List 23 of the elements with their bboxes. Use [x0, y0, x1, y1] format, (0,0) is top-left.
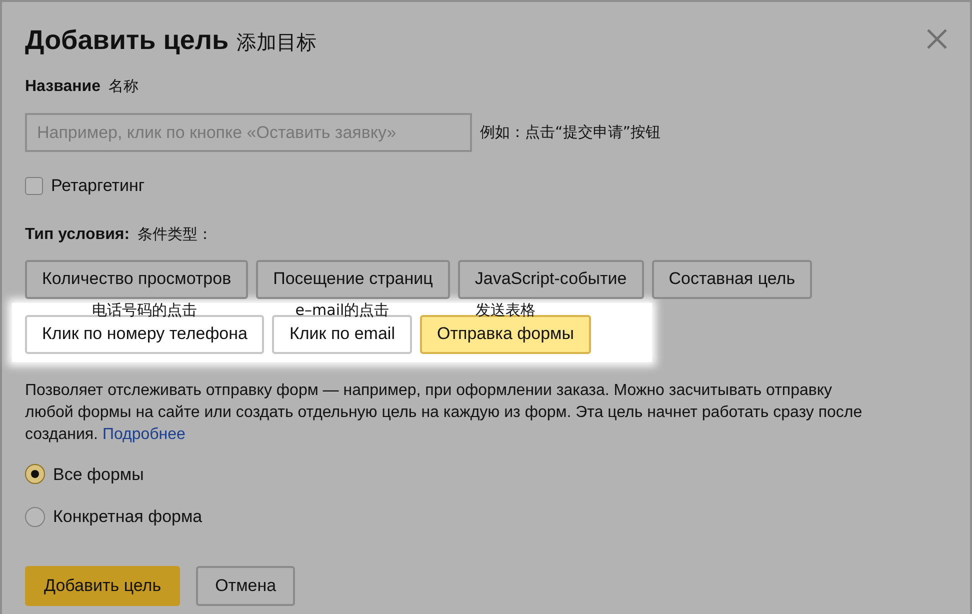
cancel-button[interactable]: Отмена [196, 566, 296, 606]
field-label: Название [25, 77, 101, 97]
title-annotation: 添加目标 [236, 29, 317, 56]
description-text: Позволяет отслеживать отправку форм — например, при оформлении заказа. Можно засчитывать отправку любой формы на сайте или создать отдельную цель на каждую из форм. Эта цель начнет работать сразу после создания. Подробнее [25, 380, 864, 444]
radio-button[interactable] [25, 506, 45, 527]
condition-button[interactable]: Составная цель [652, 260, 812, 298]
field-label: Тип условия: [25, 224, 130, 244]
condition-button[interactable]: JavaScript-событие [458, 260, 644, 298]
dialog-title: Добавить цель [25, 24, 229, 56]
checkbox[interactable] [25, 176, 43, 195]
radio-label: Все формы [53, 464, 144, 486]
more-link[interactable]: Подробнее [102, 426, 186, 442]
name-input-field[interactable]: Например, клик по кнопке «Оставить заявку» [25, 113, 472, 152]
close-icon[interactable] [926, 28, 948, 50]
add-goal-button[interactable]: Добавить цель [25, 566, 180, 606]
condition-button[interactable]: Количество просмотров [25, 260, 248, 298]
label-annotation: 名称 [108, 76, 139, 97]
radio-label: Конкретная форма [53, 506, 202, 528]
field-annotation: 例如：点击“提交申请”按钮 [480, 122, 661, 144]
checkbox-label: Ретаргетинг [51, 175, 145, 197]
label-annotation: 条件类型： [138, 224, 213, 244]
condition-button[interactable]: Посещение страниц [256, 260, 450, 298]
radio-button[interactable] [25, 464, 45, 484]
